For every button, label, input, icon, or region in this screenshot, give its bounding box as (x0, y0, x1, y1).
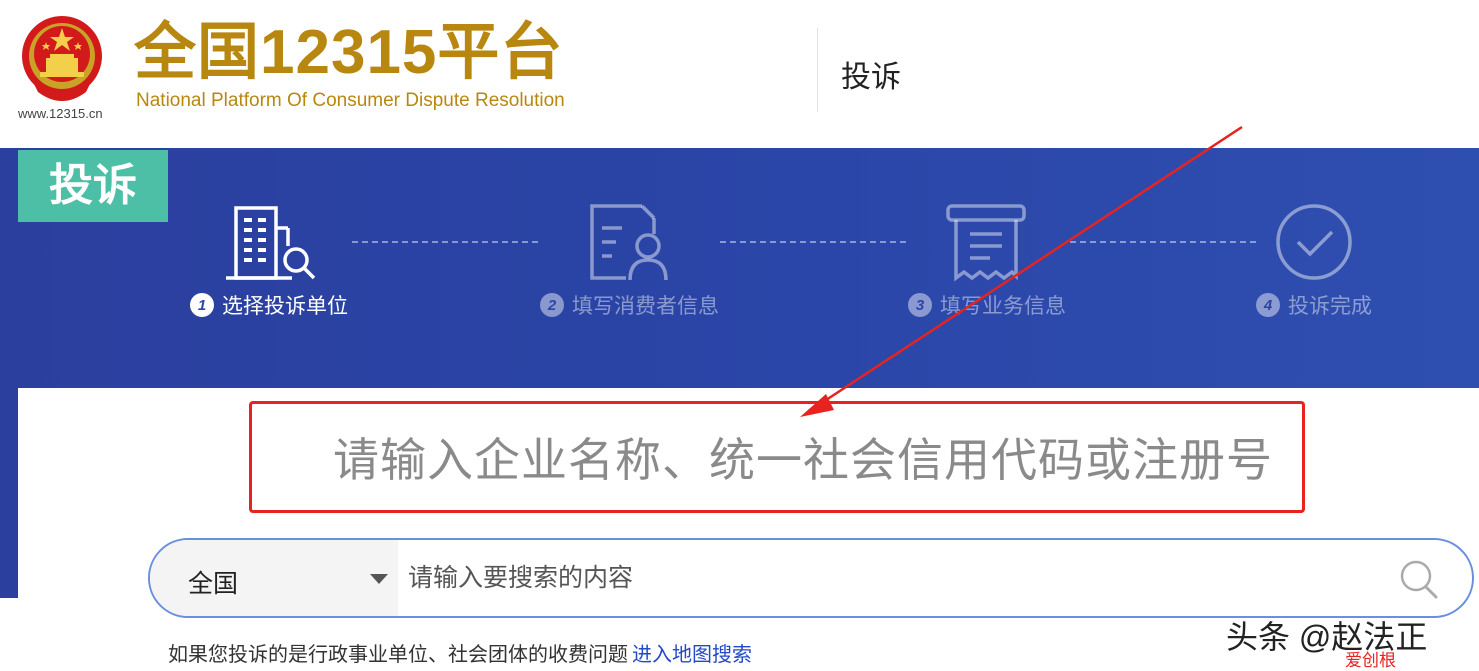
receipt-icon (946, 204, 1026, 282)
page-header: www.12315.cn 全国12315平台 National Platform… (0, 0, 1479, 148)
nav-complaint[interactable]: 投诉 (841, 52, 901, 96)
watermark-rest: 知识网 (1396, 651, 1447, 670)
logo-subtitle: National Platform Of Consumer Dispute Re… (136, 90, 565, 111)
step-number: 4 (1256, 293, 1280, 317)
step-number: 3 (908, 293, 932, 317)
step-number: 1 (190, 293, 214, 317)
region-select[interactable]: 全国 (150, 540, 398, 616)
step-3-label: 3 填写业务信息 (908, 290, 1066, 320)
header-divider (817, 28, 818, 112)
user-form-icon (590, 204, 668, 281)
step-1-label: 1 选择投诉单位 (190, 290, 348, 320)
complaint-tag: 投诉 (18, 150, 168, 222)
logo-title[interactable]: 全国12315平台 (134, 18, 563, 88)
watermark-red: 爱创根 (1345, 651, 1396, 670)
step-2-label: 2 填写消费者信息 (540, 290, 719, 320)
check-circle-icon (1276, 204, 1352, 280)
watermark-secondary: 爱创根知识网 (1345, 646, 1447, 671)
building-search-icon (226, 206, 316, 280)
step-4-label: 4 投诉完成 (1256, 290, 1372, 320)
site-url: www.12315.cn (18, 106, 103, 121)
search-icon[interactable] (1396, 556, 1442, 602)
step-text: 投诉完成 (1288, 295, 1372, 318)
national-emblem-icon (22, 16, 102, 101)
search-bar: 全国 (148, 538, 1474, 618)
chevron-down-icon (370, 574, 388, 584)
map-search-link[interactable]: 进入地图搜索 (632, 644, 752, 666)
hint-text: 如果您投诉的是行政事业单位、社会团体的收费问题 (168, 644, 628, 666)
step-connector (352, 241, 538, 243)
step-number: 2 (540, 293, 564, 317)
step-connector (720, 241, 906, 243)
region-value: 全国 (188, 570, 239, 598)
step-text: 选择投诉单位 (222, 295, 348, 318)
step-connector (1070, 241, 1256, 243)
step-text: 填写业务信息 (940, 295, 1066, 318)
hint-row: 如果您投诉的是行政事业单位、社会团体的收费问题 进入地图搜索 (168, 638, 752, 667)
annotation-highlight-box (249, 401, 1305, 513)
search-input[interactable] (408, 540, 1368, 616)
step-text: 填写消费者信息 (572, 295, 719, 318)
